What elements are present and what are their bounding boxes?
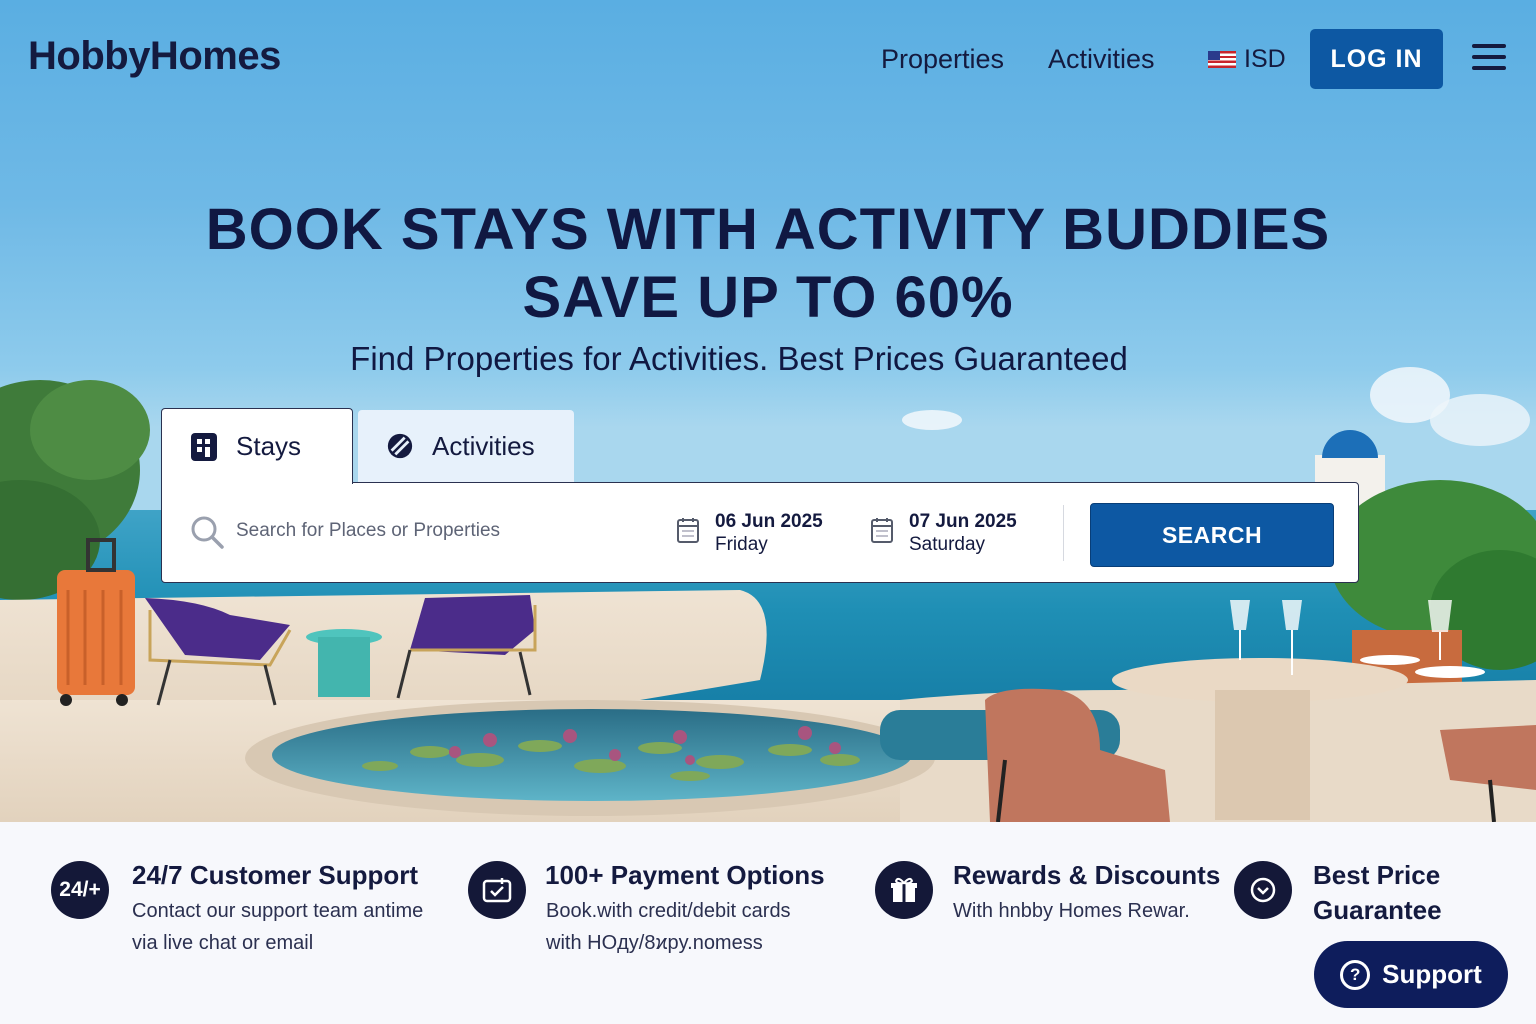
checkin-date-picker[interactable]: 06 Jun 2025 Friday: [677, 509, 857, 559]
gift-icon: [875, 861, 933, 919]
nav-properties-link[interactable]: Properties: [881, 44, 1004, 75]
feature-desc-line1: Book.with credit/debit cards: [546, 900, 791, 922]
tab-activities-label: Activities: [432, 430, 535, 461]
currency-label: ISD: [1244, 45, 1286, 73]
search-icon: [191, 516, 224, 549]
us-flag-icon: [1208, 51, 1236, 68]
checkin-day: Friday: [715, 534, 768, 555]
checkout-date-picker[interactable]: 07 Jun 2025 Saturday: [871, 509, 1061, 559]
support-24-icon: 24/+: [51, 861, 109, 919]
calendar-icon: [871, 518, 893, 543]
tab-activities[interactable]: Activities: [358, 410, 574, 482]
hero-headline-line2: SAVE UP TO 60%: [522, 265, 1014, 330]
support-badge-text: 24/+: [59, 878, 101, 901]
feature-title-line1: Best Price: [1313, 860, 1441, 890]
hamburger-menu-icon[interactable]: [1472, 44, 1506, 74]
feature-desc-line2: with HOдy/8ϰpy.nomess: [546, 932, 763, 954]
feature-title: 100+ Payment Options: [545, 860, 825, 890]
ball-icon: [386, 430, 414, 462]
support-label: Support: [1382, 959, 1482, 989]
nav-activities-link[interactable]: Activities: [1048, 44, 1155, 75]
tab-stays-label: Stays: [236, 431, 302, 461]
search-input[interactable]: [236, 511, 656, 551]
hero-headline-line1: BOOK STAYS WITH ACTIVITY BUDDIES: [205, 197, 1331, 262]
feature-desc-line2: via live chat or email: [132, 932, 314, 954]
feature-desc-line1: Contact our support team antime: [132, 900, 424, 922]
hero-subheadline: Find Properties for Activities. Best Pri…: [350, 340, 1128, 377]
checkout-date: 07 Jun 2025: [909, 511, 1017, 532]
search-divider: [1063, 505, 1064, 561]
feature-title: 24/7 Customer Support: [132, 860, 419, 890]
login-button[interactable]: LOG IN: [1310, 29, 1443, 89]
logo[interactable]: HobbyHomes: [28, 34, 281, 79]
check-icon: [1234, 861, 1292, 919]
card-icon: [468, 861, 526, 919]
tab-stays[interactable]: Stays: [161, 408, 353, 484]
search-button[interactable]: SEARCH: [1090, 503, 1334, 567]
feature-title: Rewards & Discounts: [953, 860, 1221, 890]
support-chat-button[interactable]: ? Support: [1314, 941, 1508, 1008]
checkin-date: 06 Jun 2025: [715, 511, 823, 532]
building-icon: [190, 431, 218, 463]
calendar-icon: [677, 518, 699, 543]
currency-selector[interactable]: ISD: [1208, 45, 1286, 74]
checkout-day: Saturday: [909, 534, 986, 555]
help-icon: ?: [1340, 959, 1371, 990]
search-bar: 06 Jun 2025 Friday 07 Jun 2025 Saturday …: [161, 482, 1359, 583]
feature-title-line2: Guarantee: [1313, 895, 1442, 925]
feature-desc-line1: With hnbby Homes Rewar.: [953, 900, 1190, 922]
